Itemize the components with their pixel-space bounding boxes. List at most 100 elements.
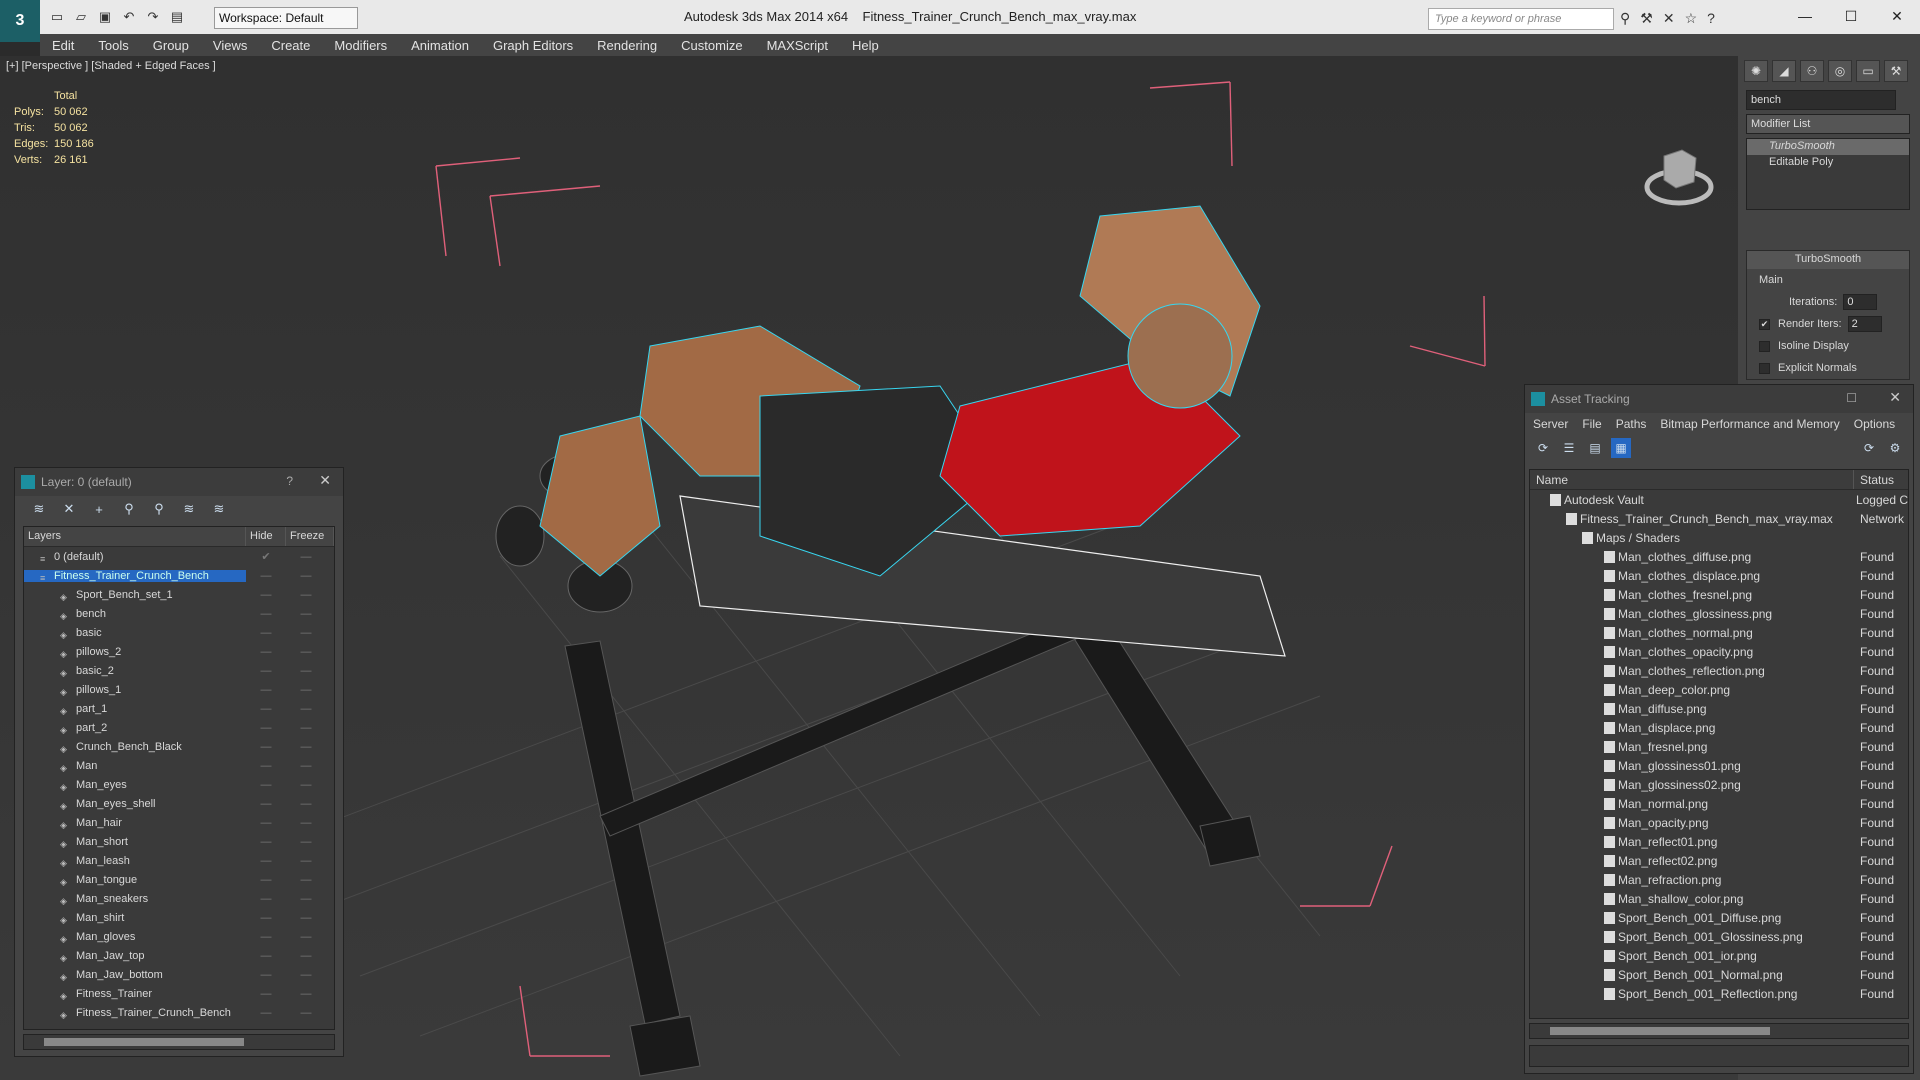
freeze-toggle[interactable]: — <box>286 969 326 981</box>
layer-name[interactable]: ◈ Man_sneakers <box>24 893 246 905</box>
asset-name[interactable]: Man_clothes_diffuse.png <box>1530 550 1854 564</box>
layer-name[interactable]: ◈ Fitness_Trainer <box>24 988 246 1000</box>
asset-row[interactable]: Man_opacity.png Found <box>1530 813 1908 832</box>
layer-row[interactable]: ≡ 0 (default) ✔ — <box>24 547 334 566</box>
layer-row[interactable]: ◈ Man_eyes_shell — — <box>24 794 334 813</box>
asset-name[interactable]: Man_clothes_fresnel.png <box>1530 588 1854 602</box>
asset-name[interactable]: Fitness_Trainer_Crunch_Bench_max_vray.ma… <box>1530 512 1854 526</box>
freeze-toggle[interactable]: — <box>286 627 326 639</box>
layer-name[interactable]: ◈ Man_gloves <box>24 931 246 943</box>
layer-name[interactable]: ◈ Man_eyes_shell <box>24 798 246 810</box>
freeze-toggle[interactable]: — <box>286 931 326 943</box>
freeze-toggle[interactable]: — <box>286 1007 326 1019</box>
layer-row[interactable]: ◈ Man_sneakers — — <box>24 889 334 908</box>
hide-toggle[interactable]: — <box>246 912 286 924</box>
layer-name[interactable]: ≡ 0 (default) <box>24 551 246 563</box>
freeze-toggle[interactable]: — <box>286 798 326 810</box>
layer-name[interactable]: ◈ part_1 <box>24 703 246 715</box>
hide-toggle[interactable]: — <box>246 703 286 715</box>
hide-toggle[interactable]: — <box>246 969 286 981</box>
scrollbar-thumb[interactable] <box>1550 1027 1770 1035</box>
asset-horizontal-scrollbar[interactable] <box>1529 1023 1909 1039</box>
asset-row[interactable]: Man_diffuse.png Found <box>1530 699 1908 718</box>
freeze-toggle[interactable]: — <box>286 779 326 791</box>
freeze-toggle[interactable]: — <box>286 665 326 677</box>
asset-name[interactable]: Autodesk Vault <box>1530 493 1850 507</box>
viewport-label[interactable]: [+] [Perspective ] [Shaded + Edged Faces… <box>6 60 216 72</box>
col-freeze[interactable]: Freeze <box>286 527 334 546</box>
layer-name[interactable]: ◈ Man_Jaw_top <box>24 950 246 962</box>
layer-row[interactable]: ◈ Man_tongue — — <box>24 870 334 889</box>
freeze-toggle[interactable]: — <box>286 855 326 867</box>
layer-row[interactable]: ◈ Man_shirt — — <box>24 908 334 927</box>
iterations-spinner[interactable] <box>1843 294 1878 310</box>
favorites-star-icon[interactable]: ☆ <box>1685 10 1698 27</box>
freeze-toggle[interactable]: — <box>286 570 326 582</box>
explicit-normals-checkbox[interactable] <box>1759 362 1770 374</box>
asset-name[interactable]: Sport_Bench_001_Diffuse.png <box>1530 911 1854 925</box>
menu-create[interactable]: Create <box>259 38 322 53</box>
subscription-icon[interactable]: ⚒ <box>1640 10 1653 27</box>
menu-modifiers[interactable]: Modifiers <box>322 38 399 53</box>
asset-row[interactable]: Sport_Bench_001_ior.png Found <box>1530 946 1908 965</box>
asset-row[interactable]: Sport_Bench_001_Normal.png Found <box>1530 965 1908 984</box>
layer-row[interactable]: ◈ pillows_1 — — <box>24 680 334 699</box>
asset-name[interactable]: Sport_Bench_001_Glossiness.png <box>1530 930 1854 944</box>
project-folder-icon[interactable]: ▤ <box>168 8 186 26</box>
asset-row[interactable]: Fitness_Trainer_Crunch_Bench_max_vray.ma… <box>1530 509 1908 528</box>
asset-menu-options[interactable]: Options <box>1854 417 1895 431</box>
asset-name[interactable]: Man_clothes_glossiness.png <box>1530 607 1854 621</box>
layer-name[interactable]: ◈ pillows_2 <box>24 646 246 658</box>
asset-name[interactable]: Man_reflect01.png <box>1530 835 1854 849</box>
col-hide[interactable]: Hide <box>246 527 286 546</box>
asset-row[interactable]: Man_clothes_displace.png Found <box>1530 566 1908 585</box>
close-icon[interactable]: ✕ <box>1889 389 1901 406</box>
freeze-toggle[interactable]: — <box>286 893 326 905</box>
asset-name[interactable]: Sport_Bench_001_Reflection.png <box>1530 987 1854 1001</box>
asset-menu-bitmap[interactable]: Bitmap Performance and Memory <box>1660 417 1839 431</box>
asset-path-field[interactable] <box>1529 1045 1909 1067</box>
layer-row[interactable]: ◈ Fitness_Trainer_Crunch_Bench — — <box>24 1003 334 1022</box>
freeze-toggle[interactable]: — <box>286 817 326 829</box>
hide-toggle[interactable]: — <box>246 779 286 791</box>
stack-item-editable-poly[interactable]: Editable Poly <box>1747 155 1909 171</box>
menu-maxscript[interactable]: MAXScript <box>755 38 840 53</box>
menu-group[interactable]: Group <box>141 38 201 53</box>
asset-name[interactable]: Man_refraction.png <box>1530 873 1854 887</box>
hide-toggle[interactable]: — <box>246 589 286 601</box>
asset-window-title-bar[interactable]: Asset Tracking ☐ ✕ <box>1525 385 1913 413</box>
asset-row[interactable]: Man_clothes_normal.png Found <box>1530 623 1908 642</box>
rollout-title[interactable]: TurboSmooth <box>1747 251 1909 269</box>
hide-toggle[interactable]: — <box>246 570 286 582</box>
menu-edit[interactable]: Edit <box>40 38 86 53</box>
asset-name[interactable]: Man_normal.png <box>1530 797 1854 811</box>
layer-row[interactable]: ◈ Man_leash — — <box>24 851 334 870</box>
asset-name[interactable]: Man_reflect02.png <box>1530 854 1854 868</box>
layer-name[interactable]: ◈ Man_tongue <box>24 874 246 886</box>
hide-all-icon[interactable]: ≋ <box>177 499 201 519</box>
asset-row[interactable]: Man_normal.png Found <box>1530 794 1908 813</box>
display-tab-icon[interactable]: ▭ <box>1856 60 1880 82</box>
col-name[interactable]: Name <box>1530 470 1854 489</box>
hide-toggle[interactable]: — <box>246 627 286 639</box>
isoline-checkbox[interactable] <box>1759 340 1770 352</box>
close-icon[interactable]: ✕ <box>1874 0 1920 32</box>
utilities-tab-icon[interactable]: ⚒ <box>1884 60 1908 82</box>
layer-row[interactable]: ◈ Man_Jaw_top — — <box>24 946 334 965</box>
asset-row[interactable]: Man_shallow_color.png Found <box>1530 889 1908 908</box>
hide-toggle[interactable]: — <box>246 931 286 943</box>
asset-name[interactable]: Man_clothes_opacity.png <box>1530 645 1854 659</box>
layer-name[interactable]: ≡ Fitness_Trainer_Crunch_Bench <box>24 569 246 582</box>
hide-toggle[interactable]: — <box>246 855 286 867</box>
asset-name[interactable]: Man_shallow_color.png <box>1530 892 1854 906</box>
viewcube-icon[interactable] <box>1644 142 1714 212</box>
hide-toggle[interactable]: — <box>246 684 286 696</box>
asset-row[interactable]: Man_clothes_reflection.png Found <box>1530 661 1908 680</box>
hide-toggle[interactable]: — <box>246 665 286 677</box>
asset-row[interactable]: Man_clothes_glossiness.png Found <box>1530 604 1908 623</box>
help-icon[interactable]: ? <box>286 474 293 488</box>
layer-row[interactable]: ◈ Man_hair — — <box>24 813 334 832</box>
motion-tab-icon[interactable]: ◎ <box>1828 60 1852 82</box>
layer-name[interactable]: ◈ pillows_1 <box>24 684 246 696</box>
layer-row[interactable]: ◈ Man_Jaw_bottom — — <box>24 965 334 984</box>
